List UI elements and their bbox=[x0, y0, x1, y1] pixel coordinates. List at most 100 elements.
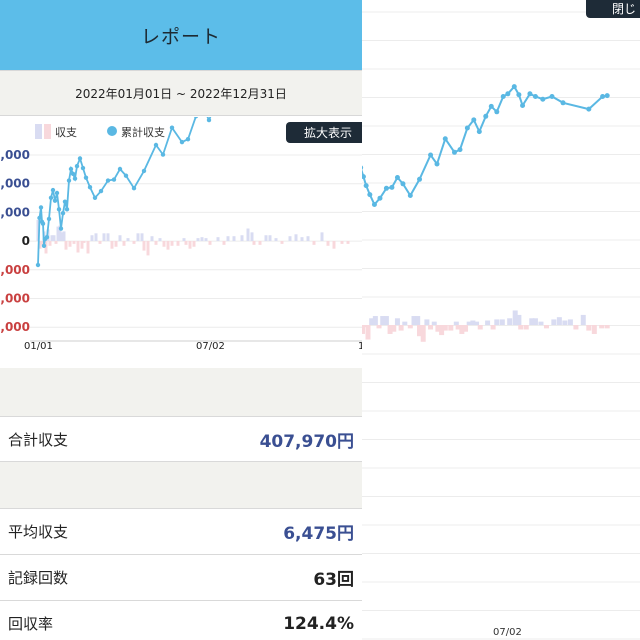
bar bbox=[494, 319, 500, 325]
bar bbox=[532, 318, 538, 325]
bar bbox=[252, 241, 256, 245]
data-point bbox=[417, 176, 423, 182]
bar bbox=[154, 241, 158, 245]
data-point bbox=[457, 147, 463, 153]
data-point bbox=[70, 171, 76, 176]
bar bbox=[106, 233, 110, 241]
data-point bbox=[179, 139, 185, 145]
expanded-chart-panel: 閉じ 07/02 bbox=[362, 0, 640, 640]
bar bbox=[586, 325, 592, 331]
bar bbox=[442, 325, 448, 331]
expand-chart-button[interactable]: 拡大表示 bbox=[286, 122, 362, 143]
bar bbox=[196, 238, 200, 241]
bar bbox=[340, 241, 344, 244]
bar bbox=[142, 241, 146, 251]
bar bbox=[300, 237, 304, 241]
bar bbox=[136, 233, 140, 241]
bar bbox=[398, 325, 404, 331]
data-point bbox=[52, 198, 58, 203]
close-chart-button[interactable]: 閉じ bbox=[586, 0, 640, 18]
bar bbox=[184, 241, 188, 245]
stat-label: 記録回数 bbox=[8, 569, 69, 587]
stat-label: 合計収支 bbox=[8, 430, 69, 449]
x-axis-tick-label: 07/02 bbox=[493, 627, 522, 638]
bar bbox=[391, 325, 397, 332]
stat-label: 平均収支 bbox=[8, 523, 69, 541]
bar bbox=[118, 235, 122, 241]
bar bbox=[372, 316, 378, 325]
data-point bbox=[185, 137, 191, 142]
bar bbox=[320, 232, 324, 241]
data-point bbox=[494, 109, 500, 115]
data-point bbox=[123, 173, 129, 178]
date-range-selector[interactable]: 2022年01月01日 ~ 2022年12月31日 bbox=[0, 70, 362, 116]
report-chart[interactable]: 0,000 0,000 0,000 0 0,000 0,000 0,000 01/01 07/0… bbox=[0, 117, 362, 367]
bar bbox=[326, 241, 330, 246]
bar bbox=[166, 241, 170, 250]
data-point bbox=[48, 195, 54, 200]
data-point bbox=[549, 94, 555, 99]
bar bbox=[162, 241, 166, 247]
bar bbox=[306, 236, 310, 241]
bar bbox=[346, 241, 350, 244]
data-point bbox=[80, 165, 86, 171]
data-point bbox=[516, 92, 522, 98]
data-point bbox=[600, 94, 606, 99]
bar bbox=[264, 235, 268, 241]
data-point bbox=[407, 193, 413, 198]
bar bbox=[294, 234, 298, 241]
bar bbox=[232, 236, 236, 241]
data-point bbox=[363, 183, 369, 189]
bar bbox=[543, 325, 549, 329]
data-point bbox=[74, 163, 80, 169]
expanded-chart[interactable] bbox=[362, 0, 640, 640]
data-point bbox=[527, 91, 533, 97]
bar bbox=[82, 241, 86, 243]
bar bbox=[170, 241, 174, 246]
data-point bbox=[532, 94, 538, 99]
app-header: レポート bbox=[0, 0, 362, 70]
data-point bbox=[394, 175, 400, 180]
bar bbox=[64, 241, 68, 250]
x-axis-tick-label: 07/02 bbox=[196, 341, 225, 352]
data-point bbox=[520, 103, 526, 108]
data-point bbox=[511, 84, 517, 90]
data-point bbox=[131, 186, 137, 191]
bar bbox=[428, 325, 434, 330]
bar bbox=[463, 325, 469, 332]
screen: レポート 2022年01月01日 ~ 2022年12月31日 0,0000,00… bbox=[0, 0, 640, 640]
legend-bar-icon bbox=[44, 124, 51, 139]
bar bbox=[499, 319, 505, 325]
data-point bbox=[66, 178, 72, 183]
date-range-text: 2022年01月01日 ~ 2022年12月31日 bbox=[75, 86, 287, 101]
data-point bbox=[505, 91, 511, 97]
bar bbox=[86, 241, 90, 254]
data-point bbox=[471, 117, 477, 123]
data-point bbox=[83, 175, 89, 180]
bar bbox=[222, 241, 226, 245]
data-point bbox=[362, 174, 366, 180]
data-point bbox=[72, 176, 78, 181]
data-point bbox=[77, 156, 83, 161]
bar bbox=[126, 238, 130, 241]
data-point bbox=[54, 190, 60, 196]
bar bbox=[551, 319, 557, 325]
data-point bbox=[64, 207, 70, 212]
bar bbox=[268, 235, 272, 241]
data-point bbox=[60, 210, 66, 216]
bar bbox=[140, 233, 144, 241]
data-point bbox=[371, 202, 377, 207]
bar bbox=[114, 241, 118, 247]
data-point bbox=[68, 166, 74, 172]
bar bbox=[62, 231, 66, 241]
data-point bbox=[476, 129, 482, 135]
data-point bbox=[377, 195, 383, 201]
bar bbox=[402, 321, 408, 325]
data-point bbox=[540, 96, 546, 102]
data-point bbox=[442, 136, 448, 142]
stat-row-total: 合計収支 407,970円 bbox=[0, 416, 362, 462]
data-point bbox=[428, 152, 434, 158]
data-point bbox=[160, 152, 166, 157]
bar bbox=[556, 317, 562, 325]
data-point bbox=[206, 117, 212, 123]
